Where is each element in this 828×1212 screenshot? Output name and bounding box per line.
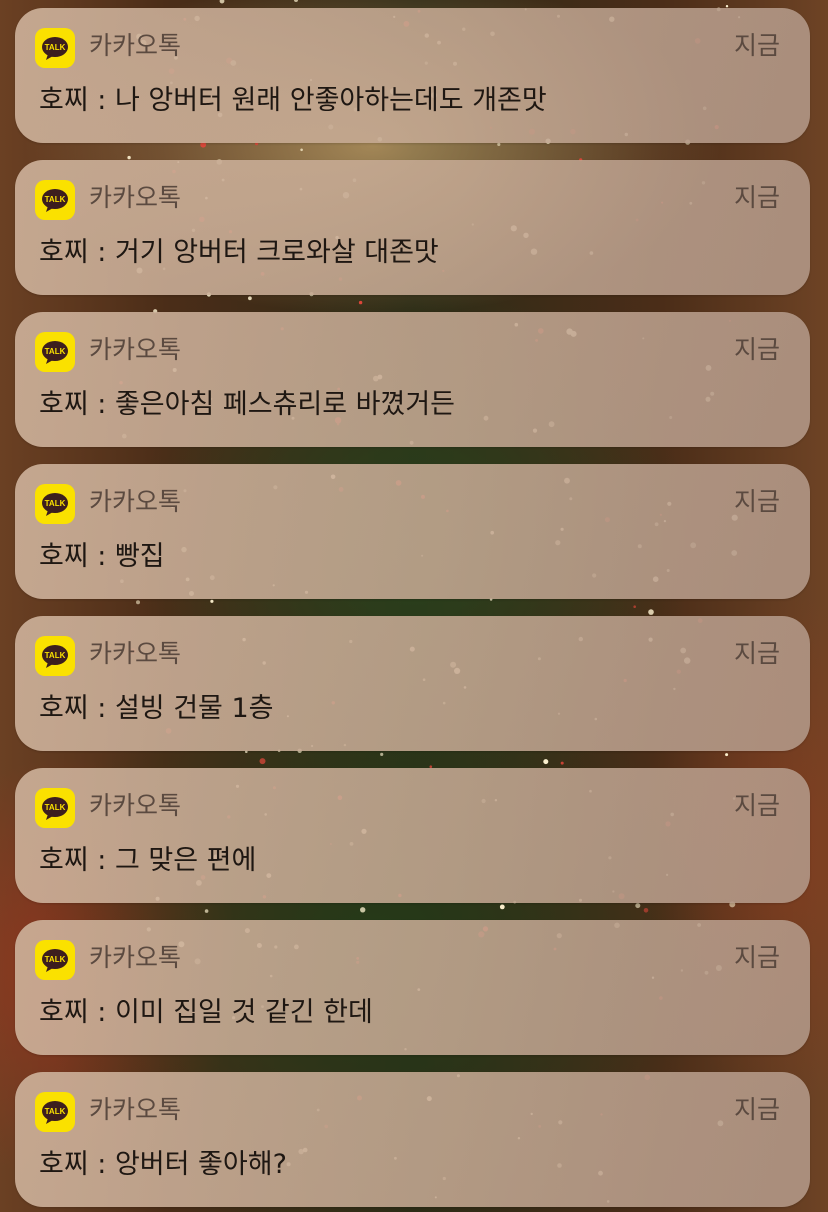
kakaotalk-icon: TALK [35, 28, 75, 68]
notification-card[interactable]: TALK 카카오톡 지금 호찌 : 이미 집일 것 같긴 한데 [15, 920, 810, 1055]
notification-card[interactable]: TALK 카카오톡 지금 호찌 : 나 앙버터 원래 안좋아하는데도 개존맛 [15, 8, 810, 143]
notification-time: 지금 [733, 183, 780, 212]
notification-message: 호찌 : 나 앙버터 원래 안좋아하는데도 개존맛 [39, 85, 547, 116]
svg-text:TALK: TALK [45, 803, 66, 812]
kakaotalk-icon: TALK [35, 332, 75, 372]
svg-text:TALK: TALK [45, 347, 66, 356]
app-name: 카카오톡 [89, 335, 182, 364]
svg-text:TALK: TALK [45, 43, 66, 52]
app-name: 카카오톡 [89, 943, 182, 972]
app-name: 카카오톡 [89, 791, 182, 820]
notification-message: 호찌 : 설빙 건물 1층 [39, 693, 274, 724]
notification-time: 지금 [733, 943, 780, 972]
notification-message: 호찌 : 앙버터 좋아해? [39, 1149, 287, 1180]
notification-card[interactable]: TALK 카카오톡 지금 호찌 : 앙버터 좋아해? [15, 1072, 810, 1207]
svg-text:TALK: TALK [45, 955, 66, 964]
notification-card[interactable]: TALK 카카오톡 지금 호찌 : 설빙 건물 1층 [15, 616, 810, 751]
notification-time: 지금 [733, 487, 780, 516]
notification-time: 지금 [733, 639, 780, 668]
notification-stack: TALK 카카오톡 지금 호찌 : 나 앙버터 원래 안좋아하는데도 개존맛 T… [0, 0, 828, 1212]
notification-message: 호찌 : 좋은아침 페스츄리로 바꼈거든 [39, 389, 456, 420]
notification-time: 지금 [733, 335, 780, 364]
app-name: 카카오톡 [89, 183, 182, 212]
kakaotalk-icon: TALK [35, 636, 75, 676]
notification-message: 호찌 : 빵집 [39, 541, 165, 572]
kakaotalk-icon: TALK [35, 940, 75, 980]
svg-text:TALK: TALK [45, 195, 66, 204]
app-name: 카카오톡 [89, 1095, 182, 1124]
kakaotalk-icon: TALK [35, 180, 75, 220]
kakaotalk-icon: TALK [35, 788, 75, 828]
notification-time: 지금 [733, 791, 780, 820]
svg-text:TALK: TALK [45, 499, 66, 508]
notification-card[interactable]: TALK 카카오톡 지금 호찌 : 거기 앙버터 크로와살 대존맛 [15, 160, 810, 295]
svg-text:TALK: TALK [45, 651, 66, 660]
notification-card[interactable]: TALK 카카오톡 지금 호찌 : 빵집 [15, 464, 810, 599]
notification-time: 지금 [733, 1095, 780, 1124]
app-name: 카카오톡 [89, 487, 182, 516]
notification-message: 호찌 : 이미 집일 것 같긴 한데 [39, 997, 373, 1028]
notification-card[interactable]: TALK 카카오톡 지금 호찌 : 좋은아침 페스츄리로 바꼈거든 [15, 312, 810, 447]
kakaotalk-icon: TALK [35, 1092, 75, 1132]
notification-time: 지금 [733, 31, 780, 60]
notification-message: 호찌 : 거기 앙버터 크로와살 대존맛 [39, 237, 439, 268]
kakaotalk-icon: TALK [35, 484, 75, 524]
notification-message: 호찌 : 그 맞은 편에 [39, 845, 257, 876]
app-name: 카카오톡 [89, 639, 182, 668]
notification-card[interactable]: TALK 카카오톡 지금 호찌 : 그 맞은 편에 [15, 768, 810, 903]
app-name: 카카오톡 [89, 31, 182, 60]
svg-text:TALK: TALK [45, 1107, 66, 1116]
